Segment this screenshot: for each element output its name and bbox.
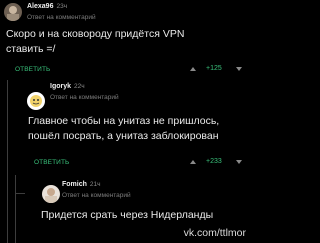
comment-igoryk: Igoryk 22ч Ответ на комментарий Главное ч… bbox=[0, 80, 250, 175]
comment-author[interactable]: Alexa96 23ч bbox=[27, 3, 67, 10]
downvote-icon[interactable] bbox=[236, 160, 242, 164]
vote-count: +233 bbox=[206, 158, 222, 165]
comment-text-line: пошёл посрать, а унитаз заблокирован bbox=[28, 130, 219, 142]
upvote-icon[interactable] bbox=[190, 160, 196, 164]
comment-author[interactable]: Fomich 21ч bbox=[62, 181, 101, 188]
comment-author[interactable]: Igoryk 22ч bbox=[50, 83, 85, 90]
comment-time: 21ч bbox=[89, 181, 101, 188]
reply-button[interactable]: ОТВЕТИТЬ bbox=[34, 159, 69, 166]
watermark: vk.com/ttlmor bbox=[183, 227, 246, 239]
comment-text-line: Скоро и на сковороду придётся VPN bbox=[6, 28, 185, 40]
comment-text: Придется срать через Нидерланды bbox=[41, 208, 246, 223]
avatar[interactable] bbox=[27, 92, 45, 110]
comment-text: Главное чтобы на унитаз не пришлось, пош… bbox=[28, 114, 248, 144]
downvote-icon[interactable] bbox=[236, 67, 242, 71]
comment-text-line: Главное чтобы на унитаз не пришлось, bbox=[28, 115, 220, 127]
reply-note: Ответ на комментарий bbox=[62, 192, 131, 199]
reply-note: Ответ на комментарий bbox=[50, 94, 119, 101]
reply-button[interactable]: ОТВЕТИТЬ bbox=[15, 66, 50, 73]
upvote-icon[interactable] bbox=[190, 67, 196, 71]
comment-time: 23ч bbox=[56, 3, 68, 10]
comment-text-line: ставить =/ bbox=[6, 43, 56, 55]
vote-count: +125 bbox=[206, 65, 222, 72]
comment-text-line: Придется срать через Нидерланды bbox=[41, 209, 214, 221]
comment-alexa96: Alexa96 23ч Ответ на комментарий Скоро и … bbox=[0, 0, 250, 80]
comment-time: 22ч bbox=[74, 83, 85, 90]
comment-text: Скоро и на сковороду придётся VPN ставит… bbox=[6, 27, 246, 57]
reply-note: Ответ на комментарий bbox=[27, 14, 96, 21]
avatar[interactable] bbox=[4, 3, 22, 21]
avatar[interactable] bbox=[42, 185, 60, 203]
